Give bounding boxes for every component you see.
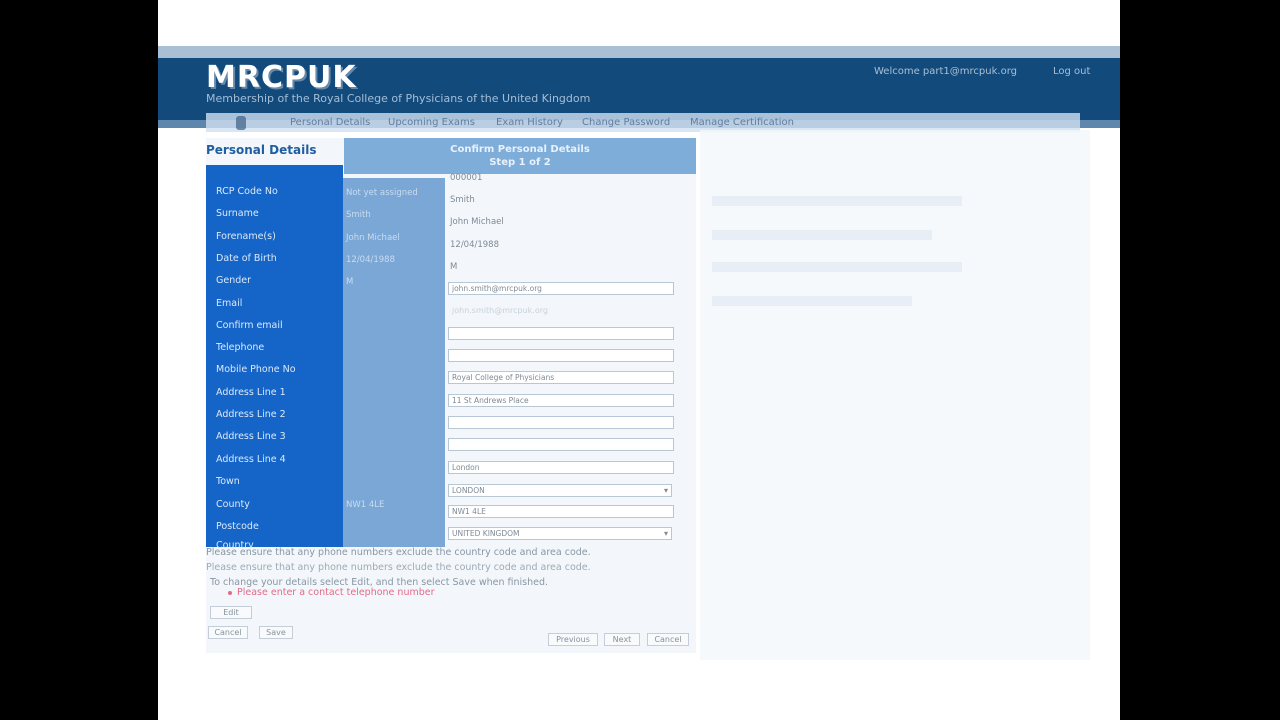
nav-change-password[interactable]: Change Password — [582, 117, 670, 128]
current-postcode: NW1 4LE — [346, 500, 385, 510]
label-rcp-code: RCP Code No — [216, 186, 278, 197]
nav-manage-certification[interactable]: Manage Certification — [690, 117, 794, 128]
welcome-text: Welcome part1@mrcpuk.org — [874, 66, 1017, 77]
faded-line — [712, 262, 962, 272]
confirm-email-field[interactable] — [448, 327, 674, 340]
previous-button[interactable]: Previous — [548, 633, 598, 646]
label-gender: Gender — [216, 275, 252, 286]
label-dob: Date of Birth — [216, 253, 277, 264]
cancel-step-button[interactable]: Cancel — [647, 633, 689, 646]
faded-line — [712, 296, 912, 306]
current-surname: Smith — [346, 210, 371, 220]
nav-upcoming-exams[interactable]: Upcoming Exams — [388, 117, 475, 128]
value-rcp-code: 000001 — [450, 173, 483, 183]
confirm-title: Confirm Personal Details — [450, 144, 590, 155]
faded-line — [712, 196, 962, 206]
town-field[interactable]: London — [448, 461, 674, 474]
address-line-1-field[interactable]: Royal College of Physicians — [448, 371, 674, 384]
address-line-2-field[interactable]: 11 St Andrews Place — [448, 394, 674, 407]
brand-tagline: Membership of the Royal College of Physi… — [206, 92, 591, 105]
edit-button[interactable]: Edit — [210, 606, 252, 619]
label-surname: Surname — [216, 208, 259, 219]
label-address-3: Address Line 3 — [216, 431, 286, 442]
current-gender: M — [346, 277, 354, 287]
section-title: Personal Details — [206, 143, 317, 157]
label-telephone: Telephone — [216, 342, 265, 353]
faded-side-panel — [700, 130, 1090, 660]
label-forenames: Forename(s) — [216, 231, 276, 242]
next-button[interactable]: Next — [604, 633, 640, 646]
error-message: Please enter a contact telephone number — [237, 587, 435, 598]
value-surname: Smith — [450, 195, 475, 205]
logout-link[interactable]: Log out — [1053, 66, 1090, 77]
postcode-field[interactable]: NW1 4LE — [448, 505, 674, 518]
email-ghost: john.smith@mrcpuk.org — [452, 306, 548, 315]
label-address-1: Address Line 1 — [216, 387, 286, 398]
phone-note-ghost: Please ensure that any phone numbers exc… — [206, 562, 591, 573]
label-county: County — [216, 499, 250, 510]
confirm-header: Confirm Personal Details Step 1 of 2 — [344, 138, 696, 174]
address-line-4-field[interactable] — [448, 438, 674, 451]
email-field[interactable]: john.smith@mrcpuk.org — [448, 282, 674, 295]
top-strip — [158, 46, 1120, 58]
nav-exam-history[interactable]: Exam History — [496, 117, 563, 128]
label-column — [206, 165, 343, 547]
save-button[interactable]: Save — [259, 626, 293, 639]
county-value: LONDON — [452, 486, 485, 495]
value-forenames: John Michael — [450, 217, 504, 227]
label-email: Email — [216, 298, 243, 309]
chevron-down-icon: ▾ — [663, 486, 668, 495]
label-postcode: Postcode — [216, 521, 259, 532]
chevron-down-icon: ▾ — [663, 529, 668, 538]
label-mobile: Mobile Phone No — [216, 364, 296, 375]
current-dob: 12/04/1988 — [346, 255, 395, 265]
county-select[interactable]: LONDON ▾ — [448, 484, 672, 497]
telephone-field[interactable] — [448, 349, 674, 362]
address-line-3-field[interactable] — [448, 416, 674, 429]
country-value: UNITED KINGDOM — [452, 529, 520, 538]
label-confirm-email: Confirm email — [216, 320, 283, 331]
value-gender: M — [450, 262, 458, 272]
current-forename: John Michael — [346, 233, 400, 243]
current-rcp: Not yet assigned — [346, 188, 418, 198]
step-indicator: Step 1 of 2 — [489, 157, 551, 168]
faded-line — [712, 230, 932, 240]
brand-logo[interactable]: MRCPUK — [206, 60, 357, 95]
home-icon[interactable] — [236, 116, 246, 130]
label-town: Town — [216, 476, 240, 487]
nav-personal-details[interactable]: Personal Details — [290, 117, 370, 128]
error-bullet — [228, 591, 232, 595]
label-address-2: Address Line 2 — [216, 409, 286, 420]
label-address-4: Address Line 4 — [216, 454, 286, 465]
value-dob: 12/04/1988 — [450, 240, 499, 250]
phone-note: Please ensure that any phone numbers exc… — [206, 547, 591, 558]
country-select[interactable]: UNITED KINGDOM ▾ — [448, 527, 672, 540]
cancel-button[interactable]: Cancel — [208, 626, 248, 639]
